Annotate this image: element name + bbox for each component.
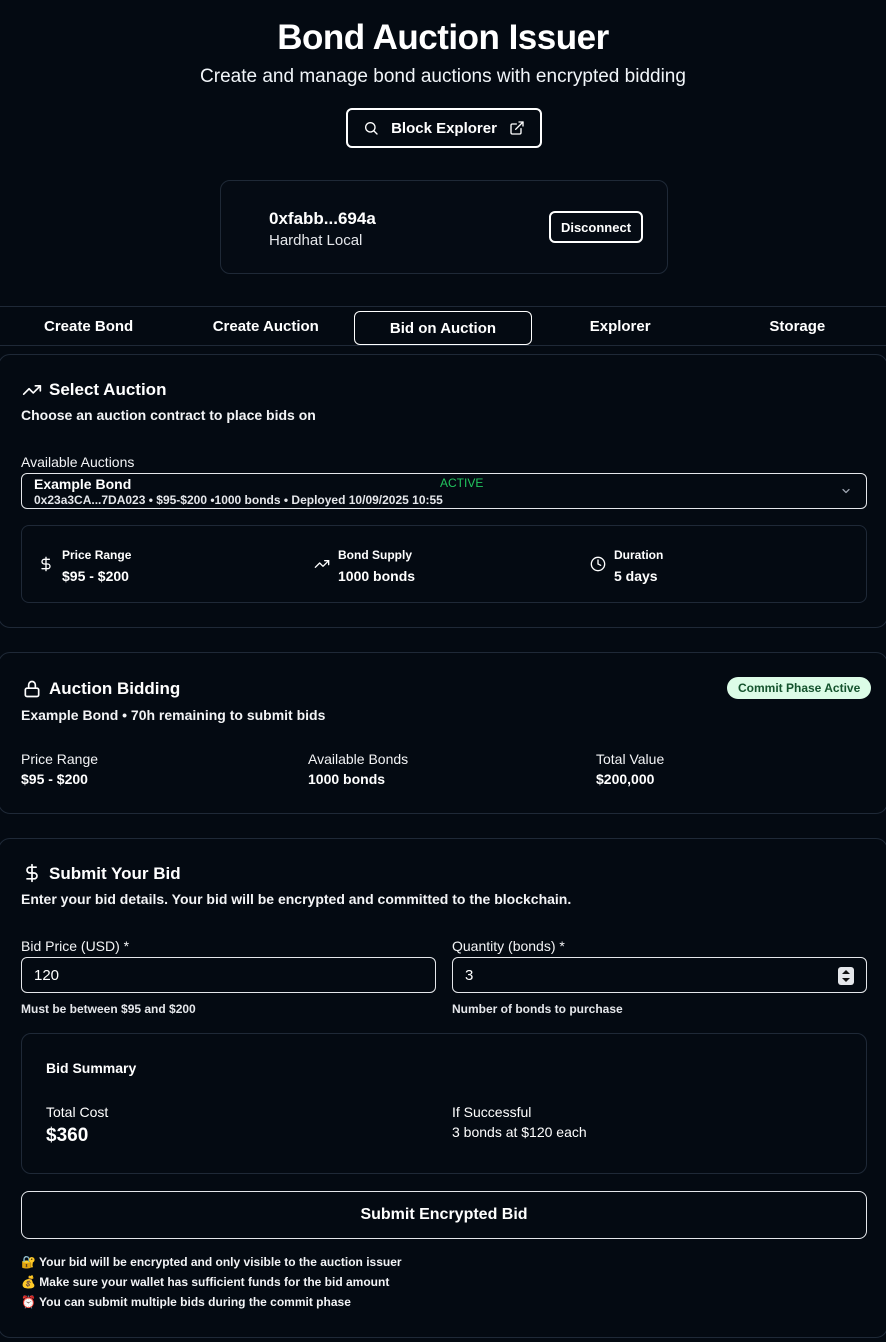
page-title: Bond Auction Issuer — [277, 18, 609, 57]
if-successful-value: 3 bonds at $120 each — [452, 1124, 587, 1140]
wallet-card: 0xfabb...694a Hardhat Local Disconnect — [220, 180, 668, 274]
info-key: Price Range — [62, 548, 132, 562]
auction-option-detail: 0x23a3CA...7DA023 • $95-$200 •1000 bonds… — [34, 493, 443, 507]
bid-price-label: Bid Price (USD) * — [21, 938, 130, 954]
info-value: $95 - $200 — [62, 568, 129, 584]
quantity-stepper[interactable] — [838, 967, 854, 985]
bid-summary-card: Bid Summary Total Cost $360 If Successfu… — [21, 1033, 867, 1174]
info-key: Duration — [614, 548, 664, 562]
stat-total-value-value: $200,000 — [596, 771, 655, 787]
select-auction-description: Choose an auction contract to place bids… — [21, 407, 316, 423]
chevron-down-icon — [842, 488, 850, 494]
bid-price-hint: Must be between $95 and $200 — [21, 1002, 196, 1016]
auction-select[interactable]: Example Bond ACTIVE 0x23a3CA...7DA023 • … — [21, 473, 867, 509]
quantity-hint: Number of bonds to purchase — [452, 1002, 623, 1016]
auction-status-badge: ACTIVE — [440, 476, 484, 490]
auction-bidding-subtitle: Example Bond • 70h remaining to submit b… — [21, 707, 326, 723]
trending-up-icon — [314, 560, 330, 568]
wallet-address: 0xfabb...694a — [269, 209, 376, 228]
stat-available-bonds-label: Available Bonds — [308, 751, 409, 767]
wallet-network: Hardhat Local — [269, 232, 363, 249]
note-multiple-bids: ⏰ You can submit multiple bids during th… — [21, 1295, 351, 1309]
submit-bid-description: Enter your bid details. Your bid will be… — [21, 891, 572, 907]
quantity-label: Quantity (bonds) * — [452, 938, 565, 954]
quantity-input[interactable]: 3 — [452, 957, 867, 993]
auction-info-card: Price Range $95 - $200 Bond Supply 1000 … — [21, 525, 867, 603]
lock-icon — [24, 680, 40, 698]
clock-icon — [590, 556, 606, 572]
commit-phase-badge: Commit Phase Active — [727, 677, 872, 699]
auction-option-name: Example Bond — [34, 476, 132, 492]
note-funds: 💰 Make sure your wallet has sufficient f… — [21, 1275, 390, 1289]
page-subtitle: Create and manage bond auctions with enc… — [200, 66, 686, 87]
stat-total-value-label: Total Value — [596, 751, 665, 767]
tab-create-bond[interactable]: Create Bond — [0, 307, 177, 345]
submit-encrypted-bid-button[interactable]: Submit Encrypted Bid — [21, 1191, 867, 1239]
external-link-icon — [510, 121, 524, 135]
page-header: Bond Auction Issuer Create and manage bo… — [0, 0, 886, 88]
select-auction-title: Select Auction — [49, 380, 167, 399]
auction-bidding-title: Auction Bidding — [49, 679, 181, 698]
tab-bid-on-auction[interactable]: Bid on Auction — [354, 311, 532, 345]
search-icon — [365, 122, 378, 135]
dollar-icon — [26, 863, 38, 883]
submit-bid-title: Submit Your Bid — [49, 864, 181, 883]
total-cost-value: $360 — [46, 1125, 89, 1146]
if-successful-label: If Successful — [452, 1104, 532, 1120]
bid-price-input[interactable]: 120 — [21, 957, 436, 993]
bid-summary-title: Bid Summary — [46, 1060, 137, 1076]
trending-up-icon — [22, 385, 42, 395]
tab-explorer[interactable]: Explorer — [532, 307, 709, 345]
quantity-value: 3 — [465, 966, 474, 984]
available-auctions-label: Available Auctions — [21, 454, 135, 470]
block-explorer-label: Block Explorer — [391, 119, 497, 137]
tab-storage[interactable]: Storage — [709, 307, 886, 345]
disconnect-button[interactable]: Disconnect — [549, 211, 643, 243]
note-encrypted: 🔐 Your bid will be encrypted and only vi… — [21, 1255, 402, 1269]
dollar-icon — [41, 556, 51, 572]
stat-price-range-value: $95 - $200 — [21, 771, 88, 787]
block-explorer-button[interactable]: Block Explorer — [346, 108, 542, 148]
info-key: Bond Supply — [338, 548, 412, 562]
tab-create-auction[interactable]: Create Auction — [177, 307, 354, 345]
info-value: 1000 bonds — [338, 568, 416, 584]
tab-bar: Create Bond Create Auction Bid on Auctio… — [0, 306, 886, 346]
total-cost-label: Total Cost — [46, 1104, 109, 1120]
info-value: 5 days — [614, 568, 658, 584]
stat-available-bonds-value: 1000 bonds — [308, 771, 386, 787]
stat-price-range-label: Price Range — [21, 751, 99, 767]
